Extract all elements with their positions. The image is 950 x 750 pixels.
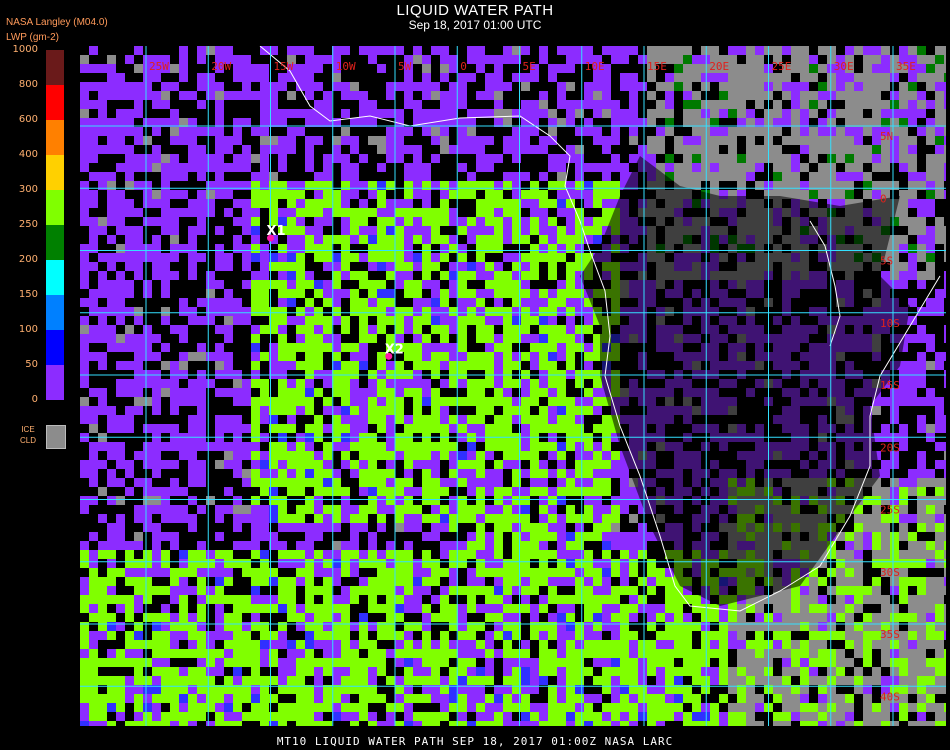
legend-bin: [46, 295, 64, 330]
legend-bin: [46, 85, 64, 120]
legend-tick-label: 250: [18, 219, 38, 230]
legend-tick-label: 400: [18, 149, 38, 160]
longitude-label: 35E: [896, 60, 916, 73]
color-legend-bar: [46, 50, 64, 400]
ice-cloud-label: ICE CLD: [20, 424, 36, 446]
legend-tick-label: 0: [31, 394, 38, 405]
latitude-label: 25S: [880, 504, 900, 517]
longitude-label: 10W: [336, 60, 356, 73]
legend-bin: [46, 330, 64, 365]
longitude-label: 20W: [211, 60, 231, 73]
unit-label: LWP (gm-2): [6, 32, 59, 43]
longitude-label: 20E: [709, 60, 729, 73]
legend-bin: [46, 155, 64, 190]
longitude-label: 25E: [772, 60, 792, 73]
longitude-label: 5W: [398, 60, 412, 73]
map-subtitle: Sep 18, 2017 01:00 UTC: [408, 18, 542, 32]
legend-tick-label: 100: [18, 324, 38, 335]
latitude-label: 20S: [880, 441, 900, 454]
legend-bin: [46, 190, 64, 225]
legend-bin: [46, 365, 64, 400]
legend-bin: [46, 225, 64, 260]
satellite-map[interactable]: 25W 20W 15W 10W 5W 0 5E 10E 15E 20E 25E 30E 35E 5N 0 5S…: [80, 46, 946, 726]
longitude-label: 0: [460, 60, 467, 73]
location-marker-label: X2: [385, 342, 404, 357]
longitude-label: 5E: [523, 60, 536, 73]
location-marker-label: X1: [267, 224, 286, 239]
longitude-label: 15E: [647, 60, 667, 73]
longitude-label: 30E: [834, 60, 854, 73]
legend-tick-label: 150: [18, 289, 38, 300]
ice-cloud-swatch: [46, 425, 66, 449]
latitude-label: 5N: [880, 130, 893, 143]
latitude-label: 5S: [880, 255, 893, 268]
legend-tick-label: 600: [18, 114, 38, 125]
longitude-label: 15W: [274, 60, 294, 73]
ice-label-line-1: ICE: [21, 425, 35, 434]
ice-label-line-2: CLD: [20, 436, 37, 445]
latitude-label: 10S: [880, 317, 900, 330]
legend-tick-label: 50: [25, 359, 38, 370]
latitude-label: 35S: [880, 628, 900, 641]
map-canvas: 25W 20W 15W 10W 5W 0 5E 10E 15E 20E 25E 30E 35E 5N 0 5S…: [80, 46, 946, 726]
legend-tick-label: 300: [18, 184, 38, 195]
longitude-label: 25W: [149, 60, 169, 73]
legend-bin: [46, 50, 64, 85]
latitude-label: 40S: [880, 690, 900, 703]
legend-bin: [46, 260, 64, 295]
legend-tick-label: 800: [18, 79, 38, 90]
map-title: LIQUID WATER PATH: [396, 2, 554, 19]
legend-bin: [46, 120, 64, 155]
legend-tick-label: 1000: [12, 44, 38, 55]
latitude-label: 15S: [880, 379, 900, 392]
legend-tick-label: 200: [18, 254, 38, 265]
longitude-label: 10E: [585, 60, 605, 73]
footer-caption: MT10 LIQUID WATER PATH SEP 18, 2017 01:0…: [276, 735, 674, 748]
latitude-label: 0: [880, 192, 887, 205]
provider-label: NASA Langley (M04.0): [6, 17, 108, 28]
latitude-label: 30S: [880, 566, 900, 579]
